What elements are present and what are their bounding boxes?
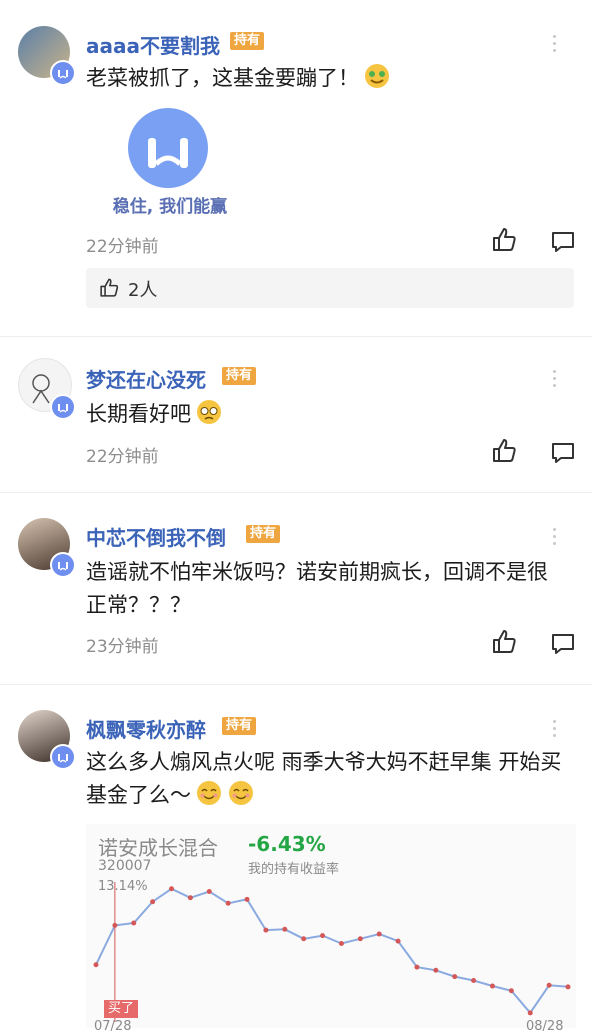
timestamp: 22分钟前 — [86, 447, 159, 467]
likes-count: 2人 — [128, 280, 158, 301]
thumbs-up-icon[interactable] — [490, 437, 518, 465]
data-point — [338, 940, 344, 946]
data-point — [244, 896, 250, 902]
holding-badge: 持有 — [246, 525, 281, 543]
comment-text: 老菜被抓了，这基金要蹦了！ — [86, 62, 576, 95]
data-point — [112, 922, 118, 928]
crying-emoji-badge — [50, 744, 76, 770]
data-point — [395, 938, 401, 944]
username[interactable]: 梦还在心没死 — [86, 364, 206, 393]
pleading-face-emoji-icon — [197, 400, 221, 424]
x-axis-end-date: 08/28 — [526, 1019, 564, 1034]
data-point — [282, 926, 288, 932]
data-point — [452, 974, 458, 980]
divider — [0, 336, 592, 337]
comment-icon[interactable] — [550, 229, 576, 255]
more-options-icon[interactable] — [552, 720, 558, 741]
divider — [0, 684, 592, 685]
comment-icon[interactable] — [550, 440, 576, 466]
fund-chart-card[interactable]: 诺安成长混合 320007 -6.43% 我的持有收益率 13.14% 买了 0… — [86, 824, 576, 1034]
username[interactable]: 中芯不倒我不倒 — [86, 522, 226, 551]
data-point — [565, 984, 571, 990]
holding-badge: 持有 — [230, 32, 265, 50]
data-point — [357, 936, 363, 942]
holding-badge: 持有 — [222, 367, 257, 385]
comment-text: 造谣就不怕牢米饭吗？诺安前期疯长，回调不是很正常？？？ — [86, 560, 548, 617]
crying-emoji-badge — [50, 394, 76, 420]
data-point — [169, 886, 175, 892]
username[interactable]: aaaa不要割我 — [86, 30, 220, 59]
data-point — [225, 900, 231, 906]
data-point — [489, 983, 495, 989]
data-point — [206, 888, 212, 894]
crying-emoji-badge — [50, 60, 76, 86]
more-options-icon[interactable] — [552, 528, 558, 549]
data-point — [414, 964, 420, 970]
money-face-emoji-icon — [365, 64, 389, 88]
thumbs-up-icon — [100, 278, 119, 297]
series-line — [95, 887, 569, 1015]
divider — [0, 492, 592, 493]
buy-marker-label: 买了 — [104, 1000, 139, 1018]
crying-face-icon — [128, 108, 208, 188]
data-point — [376, 931, 382, 937]
sticker-caption: 稳住, 我们能赢 — [112, 197, 228, 217]
comment-text: 长期看好吧 — [86, 398, 576, 431]
data-point — [527, 1010, 533, 1016]
return-line-chart — [93, 882, 571, 1022]
likes-bar[interactable]: 2人 — [86, 268, 574, 308]
comment-text: 这么多人煽风点火呢 雨季大爷大妈不赶早集 开始买基金了么～ — [86, 750, 562, 807]
data-point — [471, 978, 477, 984]
comment-1: aaaa不要割我 持有 老菜被抓了，这基金要蹦了！ 稳住, 我们能赢 22分钟前… — [0, 0, 592, 336]
data-point — [508, 988, 514, 994]
data-point — [301, 936, 307, 942]
thumbs-up-icon[interactable] — [490, 226, 518, 254]
more-options-icon[interactable] — [552, 370, 558, 391]
data-point — [320, 933, 326, 939]
crying-emoji-badge — [50, 552, 76, 578]
data-point — [263, 927, 269, 933]
sticker: 稳住, 我们能赢 — [100, 104, 240, 224]
comment-icon[interactable] — [550, 631, 576, 657]
timestamp: 23分钟前 — [86, 637, 159, 657]
more-options-icon[interactable] — [552, 35, 558, 56]
data-point — [131, 920, 137, 926]
data-point — [150, 899, 156, 905]
smiling-emoji-icon — [229, 781, 253, 805]
thumbs-up-icon[interactable] — [490, 628, 518, 656]
data-point — [187, 895, 193, 901]
smiling-emoji-icon — [197, 781, 221, 805]
data-point — [93, 962, 99, 968]
data-point — [546, 982, 552, 988]
username[interactable]: 枫飘零秋亦醉 — [86, 714, 206, 743]
holding-badge: 持有 — [222, 717, 257, 735]
data-point — [433, 967, 439, 973]
x-axis-start-date: 07/28 — [94, 1019, 132, 1034]
timestamp: 22分钟前 — [86, 237, 159, 257]
